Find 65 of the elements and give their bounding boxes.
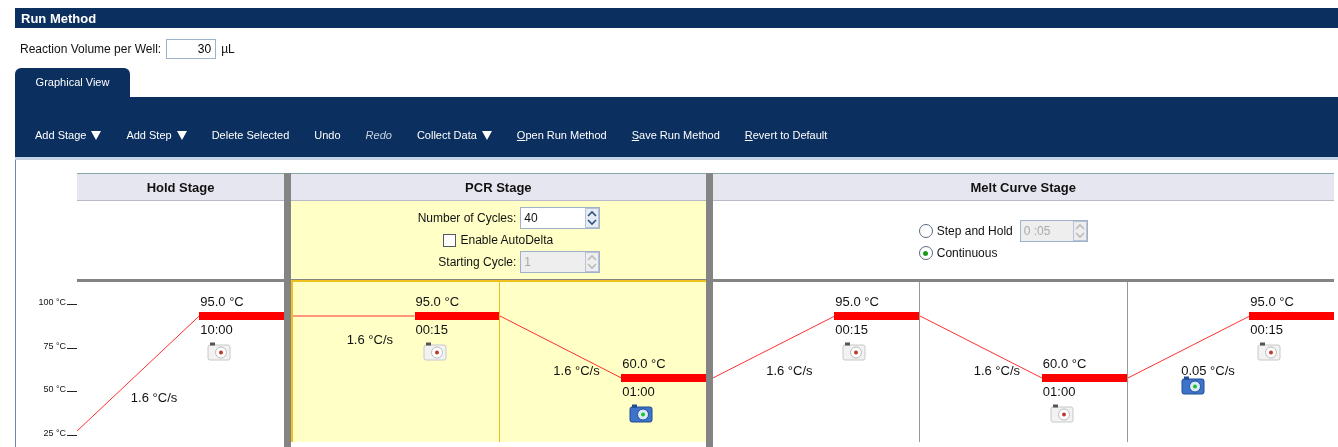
hold-time-label[interactable]: 00:15 [835,322,868,337]
spinner-icon[interactable] [585,208,600,228]
toolbar-button[interactable]: Revert to Default [738,127,834,143]
window-title: Run Method [21,10,97,26]
hold-time-label[interactable]: 10:00 [200,322,233,337]
camera-icon[interactable] [1049,402,1074,423]
tick-mark [67,347,77,349]
volume-unit: µL [221,42,235,56]
tick-mark [67,391,77,392]
stage-header[interactable]: PCR Stage [291,174,706,201]
tick-mark [67,434,77,436]
toolbar-button[interactable]: Collect Data [410,127,498,143]
radio-button[interactable] [918,224,933,238]
toolbar-button[interactable]: Delete Selected [205,127,296,143]
hold-bar[interactable] [621,373,706,382]
axis-label: 25 °C [43,427,66,438]
ramp-rate-label[interactable]: 1.6 °C/s [553,362,600,378]
axis-label: 75 °C [43,340,66,351]
stage-header[interactable]: Hold Stage [77,174,285,201]
camera-icon[interactable] [842,341,867,361]
radio-button[interactable] [918,246,933,260]
tick-mark [67,304,77,305]
caret-icon [176,130,187,140]
cycles-field[interactable]: 40 [520,207,601,229]
hold-time-label[interactable]: 00:15 [1250,322,1283,337]
camera-icon[interactable] [629,402,654,423]
camera-icon[interactable] [1257,341,1282,361]
temperature-label[interactable]: 95.0 °C [835,294,879,309]
temperature-label[interactable]: 95.0 °C [415,294,460,309]
temperature-label[interactable]: 95.0 °C [1250,294,1294,309]
checkbox-label: Enable AutoDelta [460,233,554,247]
camera-icon[interactable] [207,341,232,361]
toolbar-button[interactable]: Open Run Method [510,127,613,143]
ramp-rate-label[interactable]: 1.6 °C/s [766,362,813,378]
toolbar-button[interactable]: Undo [308,127,347,143]
hold-bar[interactable] [1041,373,1127,382]
ramp-rate-label[interactable]: 0.05 °C/s [1181,362,1235,378]
radio-label: Continuous [936,246,998,260]
cycles-label: Number of Cycles: [416,211,517,225]
radio-label: Step and Hold [936,224,1013,238]
temperature-label[interactable]: 60.0 °C [1042,355,1087,371]
toolbar-button[interactable]: Save Run Method [625,127,726,143]
stage-panel[interactable]: Hold Stage 95.0 °C 10:00 1.6 °C/s [77,173,285,447]
temperature-label[interactable]: 60.0 °C [622,355,666,371]
volume-label: Reaction Volume per Well: [20,42,162,56]
hold-time-label[interactable]: 01:00 [1042,383,1076,399]
toolbar-button[interactable]: Add Stage [29,127,108,143]
ramp-rate-label[interactable]: 1.6 °C/s [973,362,1021,378]
stage-header[interactable]: Melt Curve Stage [712,174,1334,201]
starting-cycle-label: Starting Cycle: [437,255,517,269]
caret-icon [91,130,102,140]
ramp-rate-label[interactable]: 1.6 °C/s [346,332,394,347]
axis-label: 50 °C [43,384,66,394]
toolbar-button[interactable]: Add Step [120,127,193,143]
temperature-label[interactable]: 95.0 °C [200,294,244,309]
axis-label: 100 °C [38,297,66,307]
checkbox[interactable] [443,233,457,247]
camera-icon[interactable] [1181,374,1206,395]
caret-icon [481,130,492,140]
tab[interactable]: Graphical View [15,68,130,97]
ramp-rate-label[interactable]: 1.6 °C/s [130,389,178,405]
camera-icon[interactable] [422,341,447,361]
volume-field[interactable]: 30 [166,39,217,59]
hold-time-label[interactable]: 01:00 [622,383,655,399]
hold-time-label[interactable]: 00:15 [415,322,449,337]
